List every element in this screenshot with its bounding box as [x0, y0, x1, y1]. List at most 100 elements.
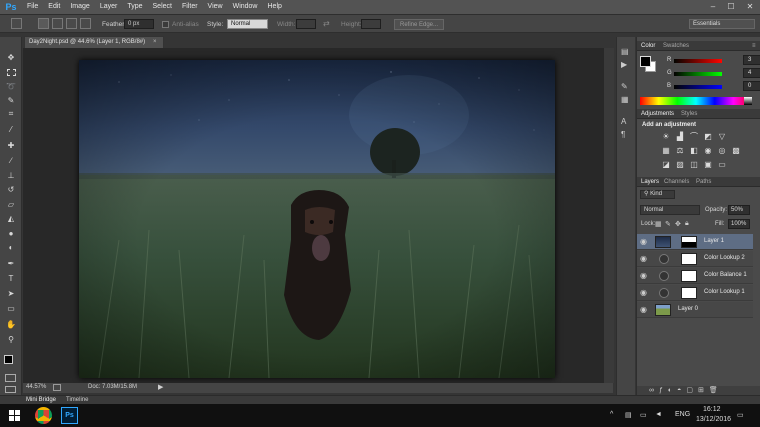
layer-row[interactable]: ◉ Color Lookup 1	[637, 285, 753, 301]
tab-adjustments[interactable]: Adjustments	[641, 110, 674, 118]
green-gradient[interactable]	[674, 72, 722, 76]
eyedropper-tool-icon[interactable]: ⁄	[4, 123, 18, 135]
marquee-preset-icon[interactable]	[11, 18, 22, 29]
color-fg-swatch[interactable]	[640, 56, 651, 67]
opacity-input[interactable]: 50%	[728, 205, 750, 215]
posterize-icon[interactable]: ▨	[675, 160, 685, 169]
green-value[interactable]: 4	[743, 68, 760, 78]
blue-value[interactable]: 0	[743, 81, 760, 91]
tab-timeline[interactable]: Timeline	[66, 397, 88, 403]
style-select[interactable]: Normal	[227, 19, 268, 29]
menu-help[interactable]: Help	[263, 0, 287, 14]
marquee-tool-icon[interactable]	[4, 66, 18, 78]
menu-edit[interactable]: Edit	[43, 0, 65, 14]
black-white-icon[interactable]: ◧	[689, 146, 699, 155]
network-icon[interactable]: ▤	[625, 411, 632, 419]
vertical-scrollbar[interactable]	[604, 48, 614, 383]
zoom-level[interactable]: 44.57%	[26, 384, 46, 390]
document-image[interactable]	[79, 60, 555, 378]
tab-channels[interactable]: Channels	[664, 178, 689, 186]
hand-tool-icon[interactable]: ✋	[4, 318, 18, 330]
maximize-button[interactable]: ☐	[722, 0, 740, 14]
shape-tool-icon[interactable]: ▭	[4, 302, 18, 314]
minimize-button[interactable]: –	[704, 0, 722, 14]
exposure-icon[interactable]: ◩	[703, 132, 713, 141]
visibility-eye-icon[interactable]: ◉	[640, 271, 647, 280]
menu-filter[interactable]: Filter	[177, 0, 203, 14]
menu-layer[interactable]: Layer	[95, 0, 123, 14]
eraser-tool-icon[interactable]: ▱	[4, 198, 18, 210]
blend-mode-select[interactable]: Normal	[640, 205, 700, 215]
menu-file[interactable]: File	[22, 0, 43, 14]
visibility-eye-icon[interactable]: ◉	[640, 254, 647, 263]
quick-select-tool-icon[interactable]: ✎	[4, 94, 18, 106]
screen-mode-icon[interactable]	[5, 386, 16, 393]
document-tab[interactable]: Day2Night.psd @ 44.6% (Layer 1, RGB/8#) …	[24, 36, 164, 48]
path-select-tool-icon[interactable]: ➤	[4, 287, 18, 299]
brightness-contrast-icon[interactable]: ☀	[661, 132, 671, 141]
layer-mask-thumbnail[interactable]	[681, 287, 697, 299]
volume-icon[interactable]: ◄	[655, 411, 662, 418]
clock-date[interactable]: 13/12/2016	[696, 416, 731, 423]
tab-swatches[interactable]: Swatches	[663, 42, 689, 50]
battery-icon[interactable]: ▭	[640, 411, 647, 419]
tray-chevron-icon[interactable]: ^	[610, 411, 613, 418]
feather-input[interactable]: 0 px	[124, 19, 154, 29]
layer-name[interactable]: Layer 0	[678, 306, 698, 312]
lock-image-icon[interactable]: ✎	[665, 220, 671, 228]
gradient-map-icon[interactable]: ▭	[717, 160, 727, 169]
start-icon[interactable]	[9, 410, 20, 421]
history-panel-icon[interactable]: ▤	[621, 47, 629, 56]
tab-color[interactable]: Color	[641, 42, 655, 50]
fill-input[interactable]: 100%	[728, 219, 750, 229]
lock-all-icon[interactable]: 🔒︎	[685, 220, 689, 228]
chrome-icon[interactable]	[35, 407, 52, 424]
lock-transparency-icon[interactable]: ▦	[655, 220, 662, 228]
layer-row[interactable]: ◉ Layer 0	[637, 302, 753, 318]
color-lookup-icon[interactable]: ▩	[731, 146, 741, 155]
language-indicator[interactable]: ENG	[675, 411, 690, 418]
bw-ramp[interactable]	[744, 97, 752, 105]
invert-icon[interactable]: ◪	[661, 160, 671, 169]
tab-styles[interactable]: Styles	[681, 110, 697, 118]
history-brush-tool-icon[interactable]: ↺	[4, 183, 18, 195]
type-tool-icon[interactable]: T	[4, 272, 18, 284]
color-balance-icon[interactable]: ⚖	[675, 146, 685, 155]
blur-tool-icon[interactable]: ●	[4, 227, 18, 239]
layer-filter-kind[interactable]: ⚲ Kind	[640, 190, 675, 199]
move-tool-icon[interactable]: ✥	[4, 51, 18, 63]
status-menu-arrow-icon[interactable]: ▶	[158, 383, 163, 391]
actions-panel-icon[interactable]: ▶	[621, 60, 627, 69]
height-input[interactable]	[361, 19, 381, 29]
intersect-selection-icon[interactable]	[80, 18, 91, 29]
layer-mask-thumbnail[interactable]	[681, 236, 697, 248]
refine-edge-button[interactable]: Refine Edge...	[394, 19, 444, 30]
gradient-tool-icon[interactable]: ◭	[4, 212, 18, 224]
vibrance-icon[interactable]: ▽	[717, 132, 727, 141]
panel-menu-icon[interactable]: ≡	[752, 42, 756, 50]
lasso-tool-icon[interactable]: ➰	[4, 80, 18, 92]
layer-row[interactable]: ◉ Color Balance 1	[637, 268, 753, 284]
layer-name[interactable]: Color Balance 1	[704, 272, 747, 278]
photo-filter-icon[interactable]: ◉	[703, 146, 713, 155]
lock-position-icon[interactable]: ✥	[675, 220, 681, 228]
visibility-eye-icon[interactable]: ◉	[640, 288, 647, 297]
color-spectrum-ramp[interactable]	[640, 97, 752, 105]
layer-name[interactable]: Color Lookup 2	[704, 255, 745, 261]
paragraph-panel-icon[interactable]: ¶	[621, 130, 625, 139]
menu-view[interactable]: View	[203, 0, 228, 14]
menu-image[interactable]: Image	[65, 0, 94, 14]
character-panel-icon[interactable]: A	[621, 117, 626, 126]
antialias-checkbox[interactable]	[162, 21, 169, 28]
tab-layers[interactable]: Layers	[641, 178, 659, 186]
tab-paths[interactable]: Paths	[696, 178, 711, 186]
blue-gradient[interactable]	[674, 85, 722, 89]
hue-saturation-icon[interactable]: ▦	[661, 146, 671, 155]
selective-color-icon[interactable]: ▣	[703, 160, 713, 169]
notifications-icon[interactable]: ▭	[737, 411, 744, 419]
levels-icon[interactable]: ▟	[675, 132, 685, 141]
tab-mini-bridge[interactable]: Mini Bridge	[26, 397, 56, 403]
close-document-icon[interactable]: ×	[153, 37, 157, 48]
brush-presets-icon[interactable]: ▦	[621, 95, 629, 104]
brush-panel-icon[interactable]: ✎	[621, 82, 628, 91]
